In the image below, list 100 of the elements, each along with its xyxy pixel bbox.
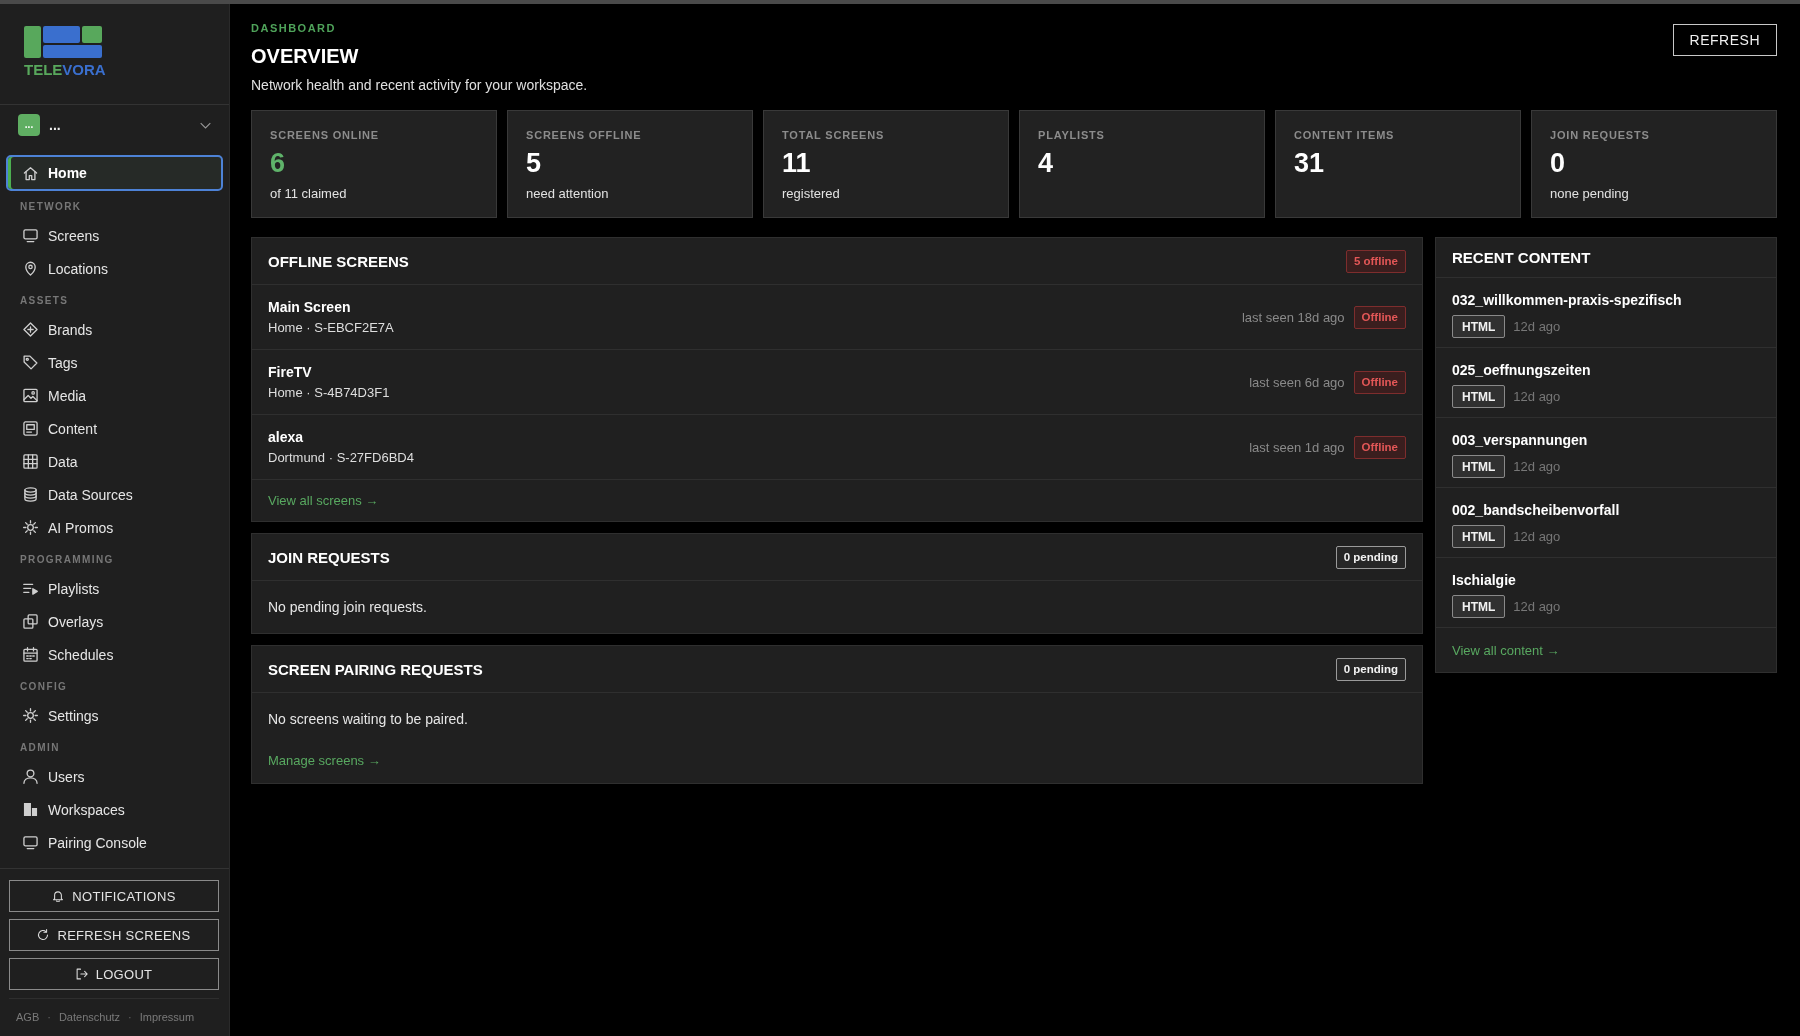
playlist-icon xyxy=(23,581,38,596)
stat-label: TOTAL SCREENS xyxy=(782,128,886,142)
bell-icon xyxy=(52,890,65,902)
screen-name: alexa xyxy=(268,428,304,446)
nav-item[interactable]: Workspaces xyxy=(6,793,223,826)
page-subtitle: Network health and recent activity for your workspace. xyxy=(251,76,588,94)
panel-title: OFFLINE SCREENS xyxy=(268,252,409,270)
refresh-icon xyxy=(37,929,50,941)
calendar-icon xyxy=(23,647,38,662)
footer-link[interactable]: Impressum xyxy=(139,1009,195,1025)
nav-section-heading: NETWORK xyxy=(19,200,83,214)
nav-section-heading: ADMIN xyxy=(19,741,61,755)
sun-icon xyxy=(23,708,38,723)
sidebar-action-button[interactable]: LOGOUT xyxy=(9,958,219,990)
nav-item[interactable]: Data Sources xyxy=(6,478,223,511)
nav-item[interactable]: Overlays xyxy=(6,605,223,638)
type-badge: HTML xyxy=(1452,315,1506,338)
stat-label: SCREENS ONLINE xyxy=(270,128,380,142)
diamond-icon xyxy=(23,322,38,337)
database-icon xyxy=(23,487,38,502)
page-title: OVERVIEW xyxy=(251,44,360,69)
workspace-avatar: ... xyxy=(18,114,40,136)
content-age: 12d ago xyxy=(1513,529,1561,544)
content-age: 12d ago xyxy=(1513,319,1561,334)
count-badge: 0 pending xyxy=(1335,657,1406,681)
workspace-selector[interactable]: ... ... xyxy=(18,114,211,136)
count-badge: 0 pending xyxy=(1335,545,1406,569)
page-eyebrow: DASHBOARD xyxy=(251,21,337,35)
map-pin-icon xyxy=(23,261,38,276)
nav-item[interactable]: Locations xyxy=(6,252,223,285)
logout-icon xyxy=(75,968,88,980)
nav-section-heading: ASSETS xyxy=(19,294,70,308)
sun-icon xyxy=(23,520,38,535)
nav-item[interactable]: Content xyxy=(6,412,223,445)
overlapping-squares-icon xyxy=(23,614,38,629)
nav-item[interactable]: Schedules xyxy=(6,638,223,671)
stat-value: 0 xyxy=(1550,148,1567,178)
monitor-icon xyxy=(23,228,38,243)
home-icon xyxy=(23,165,38,181)
nav-item[interactable]: Media xyxy=(6,379,223,412)
nav-item[interactable]: Users xyxy=(6,760,223,793)
stat-value: 6 xyxy=(270,148,287,178)
stat-label: JOIN REQUESTS xyxy=(1550,128,1651,142)
stat-caption: of 11 claimed xyxy=(270,186,348,202)
nav-item[interactable]: Brands xyxy=(6,313,223,346)
view-all-link[interactable]: View all screens → xyxy=(268,493,379,508)
screen-name: Main Screen xyxy=(268,298,351,316)
content-name: 002_bandscheibenvorfall xyxy=(1452,501,1620,519)
footer-link[interactable]: AGB xyxy=(16,1009,40,1025)
chevron-down-icon xyxy=(200,121,211,129)
sidebar-action-button[interactable]: REFRESH SCREENS xyxy=(9,919,219,951)
image-icon xyxy=(23,388,38,403)
nav-item[interactable]: Tags xyxy=(6,346,223,379)
sidebar-action-button[interactable]: NOTIFICATIONS xyxy=(9,880,219,912)
stat-label: SCREENS OFFLINE xyxy=(526,128,643,142)
last-seen-text: last seen 18d ago xyxy=(1241,309,1345,325)
logo-icon xyxy=(24,26,102,58)
stat-value: 11 xyxy=(782,148,812,178)
content-age: 12d ago xyxy=(1513,599,1561,614)
nav-item[interactable]: Home xyxy=(6,155,223,191)
content-name: Ischialgie xyxy=(1452,571,1516,589)
view-all-link[interactable]: View all content → xyxy=(1452,642,1560,658)
content-name: 032_willkommen-praxis-spezifisch xyxy=(1452,291,1682,309)
monitor-icon xyxy=(23,835,38,850)
nav-item[interactable]: Playlists xyxy=(6,572,223,605)
tag-icon xyxy=(23,355,38,370)
type-badge: HTML xyxy=(1452,595,1506,618)
last-seen-text: last seen 6d ago xyxy=(1249,374,1345,390)
manage-link[interactable]: Manage screens → xyxy=(268,753,381,768)
screen-detail: Dortmund · S-27FD6BD4 xyxy=(268,450,414,466)
stat-label: CONTENT ITEMS xyxy=(1294,128,1396,142)
grid-icon xyxy=(23,454,38,469)
nav-item[interactable]: Settings xyxy=(6,699,223,732)
nav-item[interactable]: Pairing Console xyxy=(6,826,223,859)
stat-value: 5 xyxy=(526,148,543,178)
nav-item[interactable]: Data xyxy=(6,445,223,478)
nav-item[interactable]: Screens xyxy=(6,219,223,252)
content-age: 12d ago xyxy=(1513,389,1561,404)
status-badge: Offline xyxy=(1353,370,1406,394)
screen-detail: Home · S-EBCF2E7A xyxy=(268,320,394,336)
nav-item[interactable]: AI Promos xyxy=(6,511,223,544)
content-name: 025_oeffnungszeiten xyxy=(1452,361,1591,379)
nav-section-heading: PROGRAMMING xyxy=(19,553,115,567)
logo-wordmark: TELEVORA xyxy=(24,62,106,78)
stat-value: 4 xyxy=(1038,148,1055,178)
refresh-button[interactable]: REFRESH xyxy=(1672,24,1777,56)
person-icon xyxy=(23,769,38,784)
stat-caption: need attention xyxy=(526,186,610,202)
last-seen-text: last seen 1d ago xyxy=(1249,439,1345,455)
stat-caption: none pending xyxy=(1550,186,1630,202)
type-badge: HTML xyxy=(1452,385,1506,408)
content-age: 12d ago xyxy=(1513,459,1561,474)
screen-name: FireTV xyxy=(268,363,312,381)
layout-icon xyxy=(23,421,38,436)
count-badge: 5 offline xyxy=(1345,249,1406,273)
footer-link[interactable]: Datenschutz xyxy=(58,1009,121,1025)
status-badge: Offline xyxy=(1353,305,1406,329)
screen-detail: Home · S-4B74D3F1 xyxy=(268,385,390,401)
type-badge: HTML xyxy=(1452,455,1506,478)
type-badge: HTML xyxy=(1452,525,1506,548)
